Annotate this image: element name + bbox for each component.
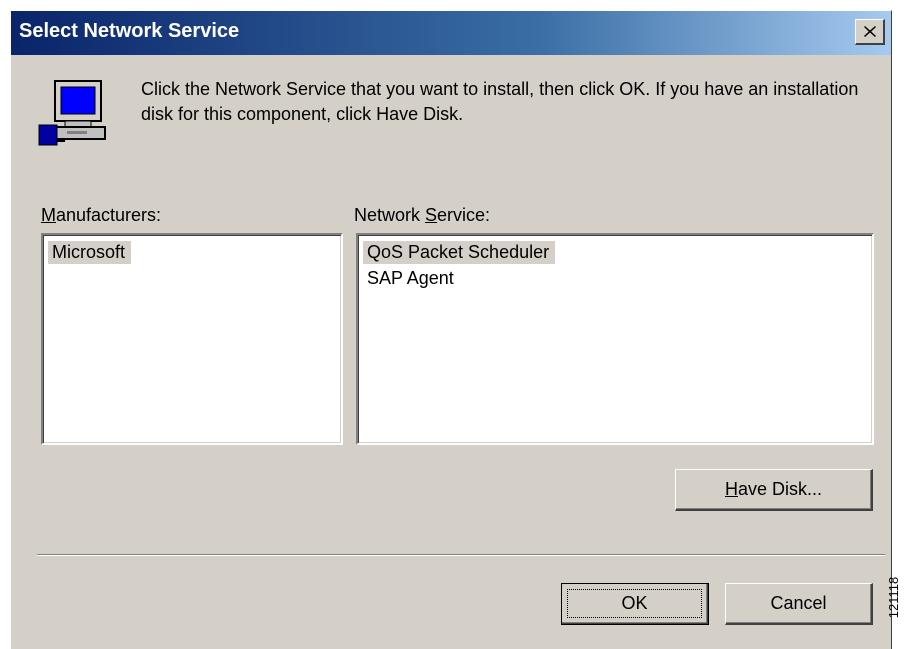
figure-id: 121118 xyxy=(885,576,901,619)
service-item-qos-packet-scheduler[interactable]: QoS Packet Scheduler xyxy=(363,241,556,264)
title-bar[interactable]: Select Network Service xyxy=(11,11,891,55)
have-disk-text: ave Disk... xyxy=(737,479,823,499)
manufacturers-label-accel: M xyxy=(41,205,56,225)
instruction-text: Click the Network Service that you want … xyxy=(141,79,859,124)
manufacturer-item-microsoft[interactable]: Microsoft xyxy=(48,241,132,264)
network-service-listbox[interactable]: QoS Packet Scheduler SAP Agent xyxy=(356,233,874,445)
have-disk-button[interactable]: Have Disk... xyxy=(675,469,873,511)
ok-label: OK xyxy=(621,593,648,613)
have-disk-accel: H xyxy=(724,479,738,499)
ok-button[interactable]: OK xyxy=(561,583,709,625)
cancel-button[interactable]: Cancel xyxy=(725,583,873,625)
window-title: Select Network Service xyxy=(19,20,240,42)
network-computer-icon xyxy=(38,80,106,146)
network-service-label: Network Service: xyxy=(354,205,490,226)
manufacturers-label-text: anufacturers: xyxy=(56,205,162,225)
select-network-service-dialog: Select Network Service Click the Network… xyxy=(10,10,892,649)
network-service-label-accel: S xyxy=(425,205,438,225)
service-item-sap-agent[interactable]: SAP Agent xyxy=(363,267,460,290)
close-icon xyxy=(864,26,876,37)
have-disk-label: Have Disk... xyxy=(725,479,822,499)
manufacturers-label: Manufacturers: xyxy=(41,205,161,226)
manufacturers-listbox[interactable]: Microsoft xyxy=(41,233,343,445)
network-service-label-prefix: Network xyxy=(354,205,426,225)
close-button[interactable] xyxy=(855,19,885,45)
network-service-label-text: ervice: xyxy=(437,205,491,225)
separator xyxy=(37,554,885,556)
cancel-label: Cancel xyxy=(770,593,827,613)
